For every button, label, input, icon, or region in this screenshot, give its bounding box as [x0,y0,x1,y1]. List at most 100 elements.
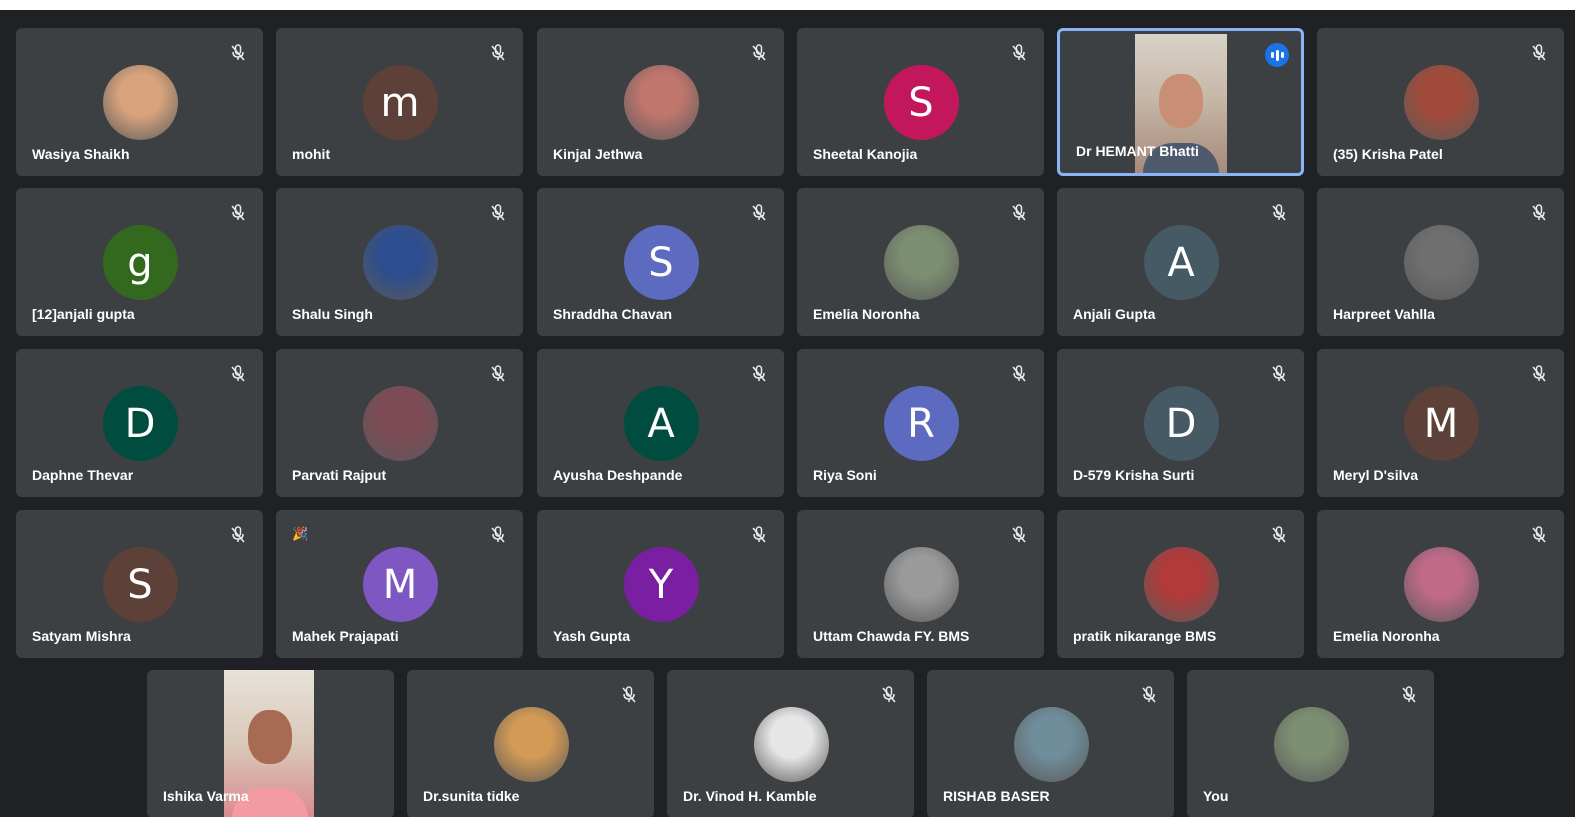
participant-name: Sheetal Kanojia [813,146,918,162]
participant-tile[interactable]: Emelia Noronha [1317,510,1564,658]
participant-tile[interactable]: A Ayusha Deshpande [537,349,784,497]
avatar-photo [1273,707,1349,782]
participant-tile[interactable]: Y Yash Gupta [537,510,784,658]
avatar: S [102,547,178,622]
participant-tile[interactable]: R Riya Soni [797,349,1044,497]
participant-name: Uttam Chawda FY. BMS [813,628,970,644]
participant-name: pratik nikarange BMS [1073,628,1217,644]
mic-off-icon [622,686,636,704]
participant-tile[interactable]: S Satyam Mishra [16,510,263,658]
participant-name: Satyam Mishra [32,628,131,644]
participant-tile[interactable]: m mohit [276,28,523,176]
participant-name: Emelia Noronha [1333,628,1440,644]
participant-name: You [1203,788,1229,804]
participant-name: Shraddha Chavan [553,306,673,322]
participant-tile[interactable]: pratik nikarange BMS [1057,510,1304,658]
participant-tile[interactable]: RISHAB BASER [927,670,1174,817]
reaction-icon: 🎉 [292,526,309,541]
mic-off-icon [1272,365,1286,383]
avatar: g [102,225,178,300]
avatar: m [362,65,438,140]
participant-name: Riya Soni [813,467,877,483]
participant-tile[interactable]: Parvati Rajput [276,349,523,497]
avatar-photo [883,225,959,300]
mic-off-icon [752,204,766,222]
mic-off-icon [1012,44,1026,62]
participant-name: (35) Krisha Patel [1333,146,1443,162]
mic-off-icon [752,44,766,62]
mic-off-icon [1012,365,1026,383]
participant-tile[interactable]: S Shraddha Chavan [537,188,784,336]
participant-name: mohit [292,146,331,162]
participant-tile[interactable]: Dr. Vinod H. Kamble [667,670,914,817]
avatar: M [362,547,438,622]
avatar: R [883,386,959,461]
participant-tile[interactable]: Dr HEMANT Bhatti [1057,28,1304,176]
avatar-photo [1013,707,1089,782]
mic-off-icon [1532,526,1546,544]
mic-off-icon [231,44,245,62]
participant-tile[interactable]: Shalu Singh [276,188,523,336]
participant-name: Anjali Gupta [1073,306,1156,322]
participant-name: Meryl D'silva [1333,467,1419,483]
participant-tile[interactable]: Wasiya Shaikh [16,28,263,176]
avatar: Y [623,547,699,622]
participant-tile[interactable]: S Sheetal Kanojia [797,28,1044,176]
avatar: S [623,225,699,300]
avatar: M [1403,386,1479,461]
avatar: A [1143,225,1219,300]
participant-tile[interactable]: Emelia Noronha [797,188,1044,336]
avatar: D [102,386,178,461]
participant-name: Dr.sunita tidke [423,788,520,804]
participant-name: Yash Gupta [553,628,631,644]
participant-name: Dr HEMANT Bhatti [1076,143,1199,159]
mic-off-icon [1012,204,1026,222]
avatar-photo [493,707,569,782]
mic-off-icon [491,204,505,222]
mic-off-icon [491,44,505,62]
avatar-photo [1143,547,1219,622]
participant-name: Emelia Noronha [813,306,920,322]
avatar: A [623,386,699,461]
participant-name: Daphne Thevar [32,467,134,483]
speaking-indicator-icon [1265,43,1289,67]
avatar: D [1143,386,1219,461]
mic-off-icon [231,365,245,383]
participant-name: Kinjal Jethwa [553,146,643,162]
avatar-photo [1403,225,1479,300]
participant-tile[interactable]: M Meryl D'silva [1317,349,1564,497]
mic-off-icon [752,526,766,544]
participant-name: RISHAB BASER [943,788,1050,804]
mic-off-icon [752,365,766,383]
participant-tile[interactable]: D Daphne Thevar [16,349,263,497]
participant-tile[interactable]: Harpreet Vahlla [1317,188,1564,336]
avatar-photo [362,386,438,461]
participant-name: Wasiya Shaikh [32,146,130,162]
participant-tile[interactable]: Ishika Varma [147,670,394,817]
participant-name: Ayusha Deshpande [553,467,683,483]
participant-tile[interactable]: You [1187,670,1434,817]
participant-name: Parvati Rajput [292,467,387,483]
mic-off-icon [231,526,245,544]
avatar: S [883,65,959,140]
avatar-photo [1403,65,1479,140]
participant-tile[interactable]: Dr.sunita tidke [407,670,654,817]
avatar-photo [753,707,829,782]
avatar-photo [883,547,959,622]
participant-tile[interactable]: g [12]anjali gupta [16,188,263,336]
avatar-photo [1403,547,1479,622]
participant-name: Dr. Vinod H. Kamble [683,788,817,804]
participant-tile[interactable]: M 🎉 Mahek Prajapati [276,510,523,658]
mic-off-icon [1142,686,1156,704]
mic-off-icon [1272,204,1286,222]
participant-tile[interactable]: A Anjali Gupta [1057,188,1304,336]
participant-name: Harpreet Vahlla [1333,306,1435,322]
participant-tile[interactable]: Uttam Chawda FY. BMS [797,510,1044,658]
participant-tile[interactable]: Kinjal Jethwa [537,28,784,176]
participant-tile[interactable]: (35) Krisha Patel [1317,28,1564,176]
participant-tile[interactable]: D D-579 Krisha Surti [1057,349,1304,497]
mic-off-icon [882,686,896,704]
mic-off-icon [491,526,505,544]
mic-off-icon [231,204,245,222]
mic-off-icon [491,365,505,383]
